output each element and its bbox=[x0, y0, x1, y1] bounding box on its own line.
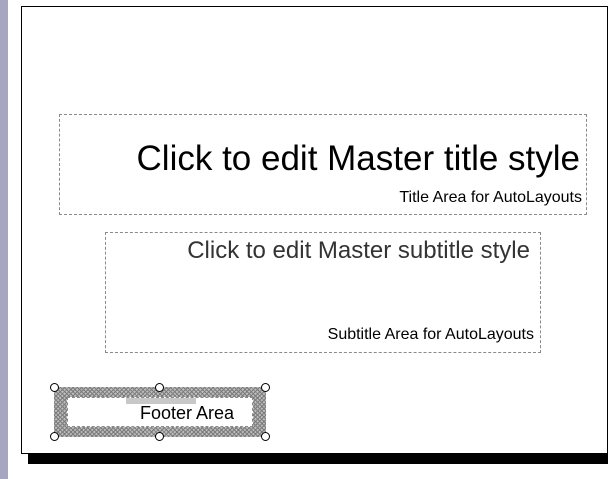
master-title-text[interactable]: Click to edit Master title style bbox=[137, 139, 580, 179]
footer-placeholder-selected[interactable]: Footer Area bbox=[50, 383, 270, 441]
resize-handle-bottom-center[interactable] bbox=[155, 432, 164, 441]
workspace-background: Click to edit Master title style Title A… bbox=[0, 0, 608, 479]
subtitle-placeholder[interactable]: Click to edit Master subtitle style Subt… bbox=[105, 232, 541, 353]
subtitle-area-caption: Subtitle Area for AutoLayouts bbox=[327, 326, 534, 343]
resize-handle-top-left[interactable] bbox=[50, 383, 59, 392]
resize-handle-top-center[interactable] bbox=[155, 383, 164, 392]
master-slide[interactable]: Click to edit Master title style Title A… bbox=[21, 6, 608, 454]
footer-area-caption: Footer Area bbox=[140, 403, 235, 423]
master-subtitle-text[interactable]: Click to edit Master subtitle style bbox=[187, 237, 530, 265]
resize-handle-top-right[interactable] bbox=[261, 383, 270, 392]
resize-handle-bottom-right[interactable] bbox=[261, 432, 270, 441]
title-area-caption: Title Area for AutoLayouts bbox=[399, 189, 582, 206]
slide-canvas: Click to edit Master title style Title A… bbox=[8, 0, 608, 479]
title-placeholder[interactable]: Click to edit Master title style Title A… bbox=[59, 114, 587, 215]
resize-handle-bottom-left[interactable] bbox=[50, 432, 59, 441]
footer-placeholder[interactable]: Footer Area bbox=[67, 397, 253, 427]
